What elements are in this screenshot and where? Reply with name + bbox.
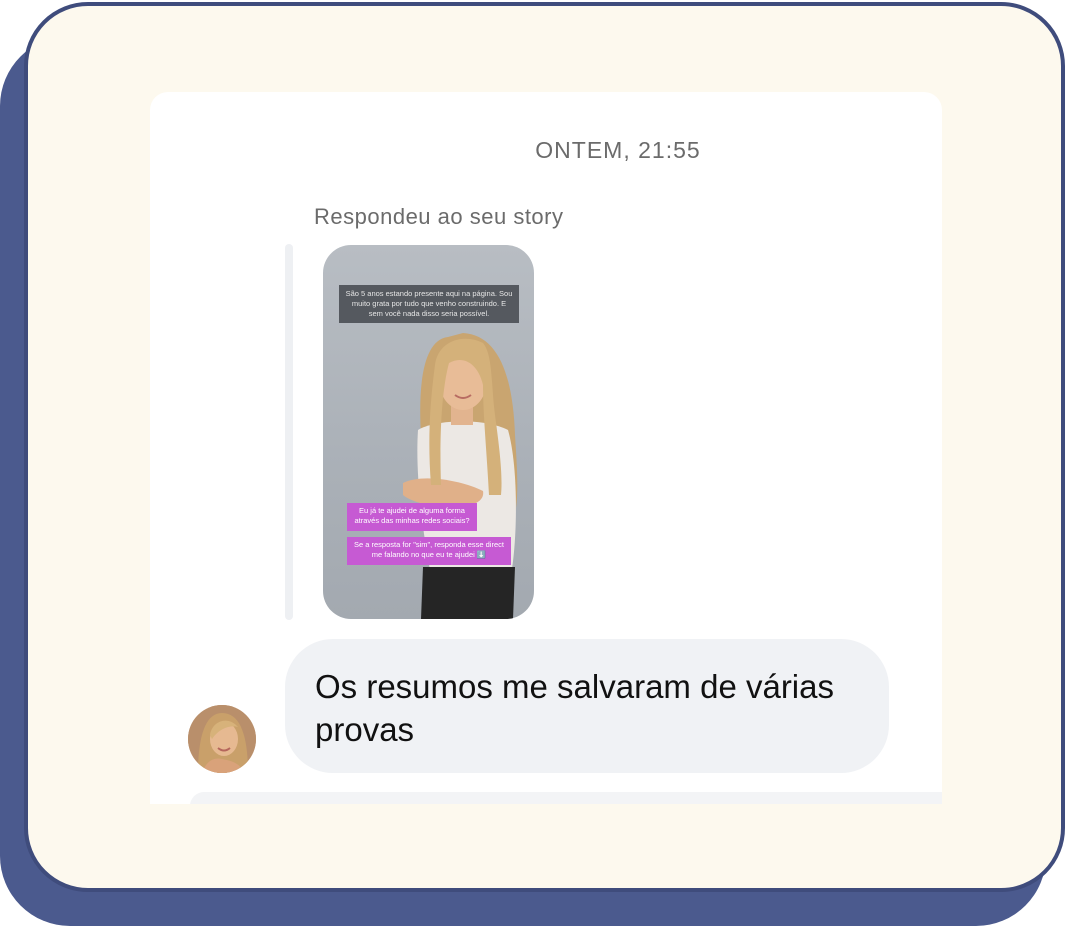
message-bubble[interactable]: Os resumos me salvaram de várias provas <box>285 639 889 773</box>
screenshot-frame: ONTEM, 21:55 Respondeu ao seu story São … <box>0 0 1071 928</box>
message-composer[interactable] <box>190 792 942 804</box>
avatar-icon[interactable] <box>188 705 256 773</box>
avatar-image <box>188 705 256 773</box>
chat-panel: ONTEM, 21:55 Respondeu ao seu story São … <box>150 92 942 804</box>
story-reply-label: Respondeu ao seu story <box>314 204 564 229</box>
story-instruction-text: Se a resposta for "sim", responda esse d… <box>347 537 511 565</box>
reply-quote-bar <box>285 244 293 620</box>
story-thumbnail[interactable]: São 5 anos estando presente aqui na pági… <box>323 245 534 619</box>
message-timestamp: ONTEM, 21:55 <box>535 137 701 163</box>
story-top-text: São 5 anos estando presente aqui na pági… <box>339 285 519 323</box>
story-question-text: Eu já te ajudei de alguma forma através … <box>347 503 477 531</box>
